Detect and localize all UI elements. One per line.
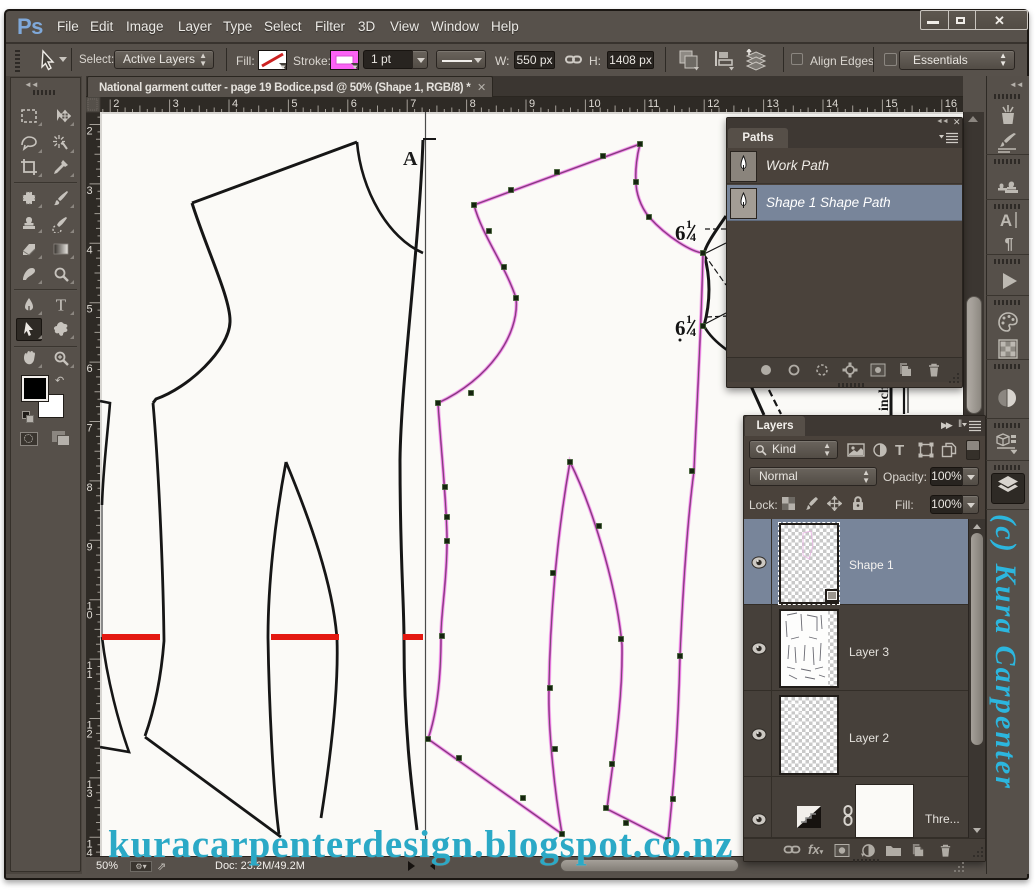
- svg-text:2: 2: [113, 98, 119, 110]
- svg-text:A: A: [403, 148, 418, 170]
- svg-text:¶: ¶: [1005, 236, 1014, 253]
- svg-text:3: 3: [87, 185, 93, 197]
- svg-text:9: 9: [87, 541, 93, 553]
- svg-text:3: 3: [87, 788, 93, 800]
- svg-text:1: 1: [686, 217, 692, 231]
- svg-text:0: 0: [87, 610, 93, 622]
- svg-text:12: 12: [707, 98, 719, 110]
- svg-text:15: 15: [885, 98, 897, 110]
- svg-text:6: 6: [87, 363, 93, 375]
- svg-text:4: 4: [87, 244, 93, 256]
- svg-text:6: 6: [351, 98, 357, 110]
- svg-text:T: T: [56, 296, 67, 315]
- svg-text:8: 8: [87, 482, 93, 494]
- svg-text:A: A: [1000, 211, 1012, 230]
- svg-text:1: 1: [87, 669, 93, 681]
- svg-text:1: 1: [686, 312, 692, 326]
- svg-text:16: 16: [945, 98, 957, 110]
- svg-text:8: 8: [470, 98, 476, 110]
- svg-text:7: 7: [410, 98, 416, 110]
- svg-text:3: 3: [173, 98, 179, 110]
- svg-text:7: 7: [87, 423, 93, 435]
- svg-text:2: 2: [87, 126, 93, 138]
- svg-text:4: 4: [690, 325, 696, 339]
- svg-text:14: 14: [826, 98, 838, 110]
- svg-text:5: 5: [87, 304, 93, 316]
- svg-text:4: 4: [87, 847, 93, 856]
- svg-text:4: 4: [690, 230, 696, 244]
- svg-text:11: 11: [648, 98, 659, 110]
- svg-text:10: 10: [588, 98, 600, 110]
- svg-text:2: 2: [87, 729, 93, 741]
- svg-text:4: 4: [232, 98, 238, 110]
- svg-text:6: 6: [675, 316, 686, 340]
- svg-text:13: 13: [767, 98, 779, 110]
- svg-text:5: 5: [291, 98, 297, 110]
- svg-text:9: 9: [529, 98, 535, 110]
